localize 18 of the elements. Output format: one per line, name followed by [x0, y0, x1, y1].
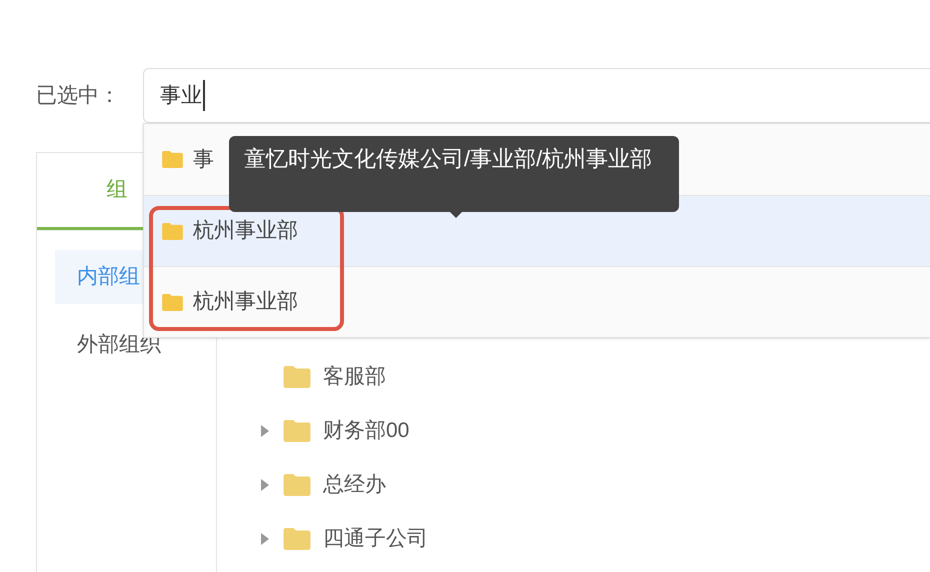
tooltip-arrow — [449, 211, 463, 218]
tree-item[interactable]: 四通子公司 — [323, 523, 428, 555]
folder-icon — [162, 151, 183, 168]
tree-item[interactable]: 财务部00 — [323, 415, 410, 447]
dropdown-option[interactable]: 杭州事业部 — [144, 266, 930, 337]
folder-icon — [283, 420, 311, 442]
caret-icon[interactable] — [261, 479, 269, 491]
folder-icon — [283, 366, 311, 388]
caret-icon[interactable] — [261, 533, 269, 545]
tooltip: 童忆时光文化传媒公司/事业部/杭州事业部 — [229, 136, 679, 212]
folder-icon — [283, 474, 311, 496]
tree-item[interactable]: 客服部 — [323, 361, 386, 393]
tree-item[interactable]: 总经办 — [323, 469, 386, 501]
field-label: 已选中： — [35, 82, 121, 109]
folder-icon — [283, 528, 311, 550]
folder-icon — [162, 222, 183, 240]
folder-icon — [162, 294, 183, 310]
caret-icon[interactable] — [261, 425, 269, 437]
